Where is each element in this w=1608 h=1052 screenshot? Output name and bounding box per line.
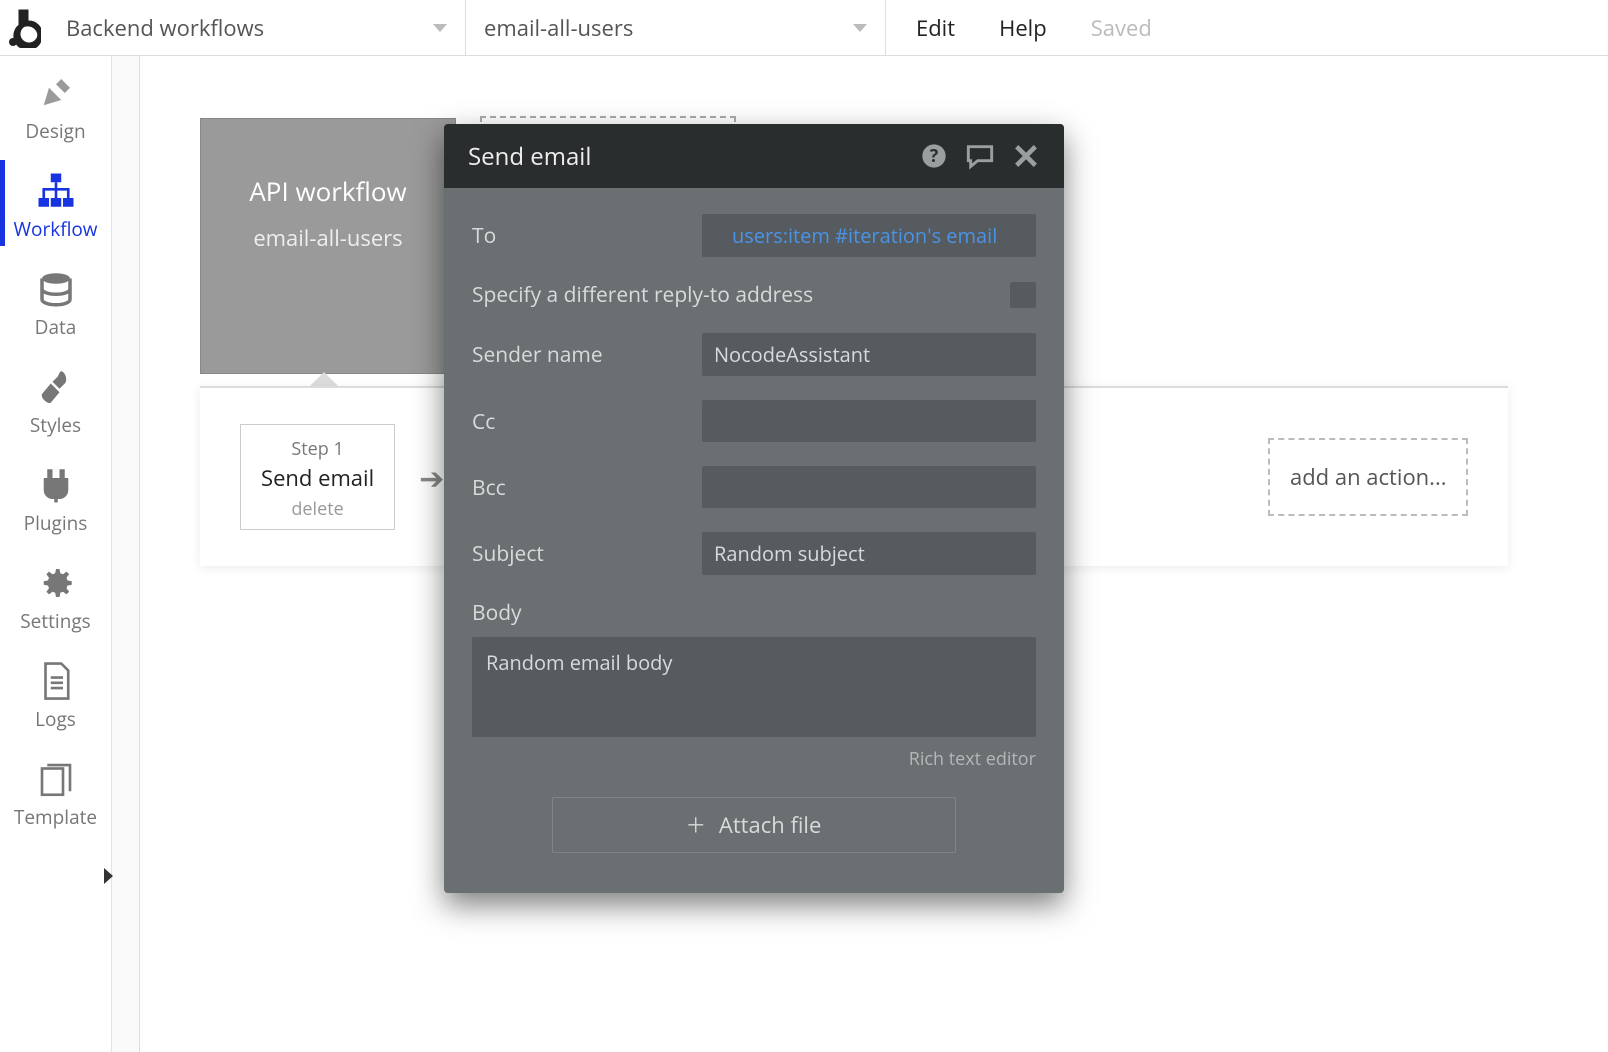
replyto-checkbox[interactable] bbox=[1010, 282, 1036, 308]
subject-value: Random subject bbox=[714, 540, 865, 567]
workflow-selector-dropdown[interactable]: email-all-users bbox=[466, 0, 886, 55]
sidebar-item-styles[interactable]: Styles bbox=[0, 350, 111, 448]
sender-label: Sender name bbox=[472, 333, 702, 369]
sidebar-item-settings[interactable]: Settings bbox=[0, 546, 111, 644]
plugins-icon bbox=[35, 464, 77, 506]
chevron-down-icon bbox=[433, 24, 447, 32]
close-icon[interactable] bbox=[1012, 142, 1040, 170]
logo-cell bbox=[0, 0, 48, 55]
sidebar-item-template[interactable]: Template bbox=[0, 742, 111, 840]
sidebar-label: Logs bbox=[35, 706, 76, 732]
api-workflow-card[interactable]: API workflow email-all-users bbox=[200, 118, 456, 374]
sidebar-label: Workflow bbox=[13, 216, 97, 242]
cc-input[interactable] bbox=[702, 400, 1036, 442]
sidebar-label: Plugins bbox=[24, 510, 88, 536]
sidebar: Design Workflow Data Styles Plugins bbox=[0, 56, 112, 1052]
sidebar-item-design[interactable]: Design bbox=[0, 56, 111, 154]
card-pointer-icon bbox=[310, 372, 338, 386]
sidebar-label: Data bbox=[35, 314, 77, 340]
sidebar-label: Styles bbox=[30, 412, 81, 438]
sidebar-label: Settings bbox=[20, 608, 90, 634]
arrow-right-icon: ➔ bbox=[419, 457, 444, 498]
workflow-canvas: API workflow email-all-users Step 1 Send… bbox=[140, 56, 1608, 1052]
template-icon bbox=[35, 758, 77, 800]
step-card[interactable]: Step 1 Send email delete bbox=[240, 424, 395, 530]
bcc-input[interactable] bbox=[702, 466, 1036, 508]
styles-icon bbox=[35, 366, 77, 408]
field-replyto: Specify a different reply-to address bbox=[472, 281, 1036, 309]
cc-label: Cc bbox=[472, 400, 702, 436]
svg-text:?: ? bbox=[930, 144, 938, 168]
step-number: Step 1 bbox=[261, 437, 374, 461]
panel-header[interactable]: Send email ? bbox=[444, 124, 1064, 188]
page-selector-dropdown[interactable]: Backend workflows bbox=[48, 0, 466, 55]
workflow-selector-label: email-all-users bbox=[484, 13, 633, 43]
step-delete[interactable]: delete bbox=[261, 497, 374, 521]
sidebar-item-logs[interactable]: Logs bbox=[0, 644, 111, 742]
field-bcc: Bcc bbox=[472, 466, 1036, 508]
panel-title: Send email bbox=[468, 140, 920, 173]
body-value: Random email body bbox=[486, 649, 672, 676]
sidebar-label: Template bbox=[14, 804, 97, 830]
to-label: To bbox=[472, 214, 702, 250]
field-body: Body Random email body Rich text editor bbox=[472, 599, 1036, 771]
bubble-logo-icon bbox=[7, 8, 41, 48]
design-icon bbox=[35, 72, 77, 114]
chevron-down-icon bbox=[853, 24, 867, 32]
attach-file-button[interactable]: + Attach file bbox=[552, 797, 956, 853]
to-input[interactable]: users:item #iteration's email bbox=[702, 214, 1036, 257]
subject-label: Subject bbox=[472, 532, 702, 568]
sidebar-item-data[interactable]: Data bbox=[0, 252, 111, 350]
attach-label: Attach file bbox=[719, 810, 821, 840]
data-icon bbox=[35, 268, 77, 310]
help-icon[interactable]: ? bbox=[920, 142, 948, 170]
field-cc: Cc bbox=[472, 400, 1036, 442]
settings-icon bbox=[35, 562, 77, 604]
replyto-label: Specify a different reply-to address bbox=[472, 281, 813, 309]
edit-link[interactable]: Edit bbox=[916, 13, 955, 43]
plus-icon: + bbox=[687, 809, 705, 841]
sidebar-item-workflow[interactable]: Workflow bbox=[0, 154, 111, 252]
field-to: To users:item #iteration's email bbox=[472, 214, 1036, 257]
sidebar-label: Design bbox=[25, 118, 85, 144]
logs-icon bbox=[35, 660, 77, 702]
property-panel: Send email ? To users:item #iteration's … bbox=[444, 124, 1064, 893]
top-actions: Edit Help Saved bbox=[886, 0, 1182, 55]
panel-body: To users:item #iteration's email Specify… bbox=[444, 188, 1064, 893]
expand-sidebar-icon[interactable] bbox=[104, 868, 113, 884]
canvas-track bbox=[112, 56, 140, 1052]
sender-input[interactable]: NocodeAssistant bbox=[702, 333, 1036, 376]
saved-status: Saved bbox=[1091, 13, 1152, 43]
page-selector-label: Backend workflows bbox=[66, 13, 264, 43]
topbar: Backend workflows email-all-users Edit H… bbox=[0, 0, 1608, 56]
comment-icon[interactable] bbox=[966, 142, 994, 170]
bcc-label: Bcc bbox=[472, 466, 702, 502]
body-input[interactable]: Random email body bbox=[472, 637, 1036, 737]
sidebar-item-plugins[interactable]: Plugins bbox=[0, 448, 111, 546]
rich-text-editor-link[interactable]: Rich text editor bbox=[472, 747, 1036, 771]
workflow-card-name: email-all-users bbox=[253, 223, 402, 253]
help-link[interactable]: Help bbox=[999, 13, 1047, 43]
body-label: Body bbox=[472, 599, 1036, 627]
add-action-label: add an action... bbox=[1290, 462, 1447, 492]
step-name: Send email bbox=[261, 463, 374, 493]
workflow-card-title: API workflow bbox=[249, 173, 406, 209]
add-action-button[interactable]: add an action... bbox=[1268, 438, 1468, 516]
subject-input[interactable]: Random subject bbox=[702, 532, 1036, 575]
field-sender: Sender name NocodeAssistant bbox=[472, 333, 1036, 376]
workflow-icon bbox=[35, 170, 77, 212]
to-value-dynamic: users:item #iteration's email bbox=[732, 222, 997, 249]
field-subject: Subject Random subject bbox=[472, 532, 1036, 575]
sender-value: NocodeAssistant bbox=[714, 341, 870, 368]
